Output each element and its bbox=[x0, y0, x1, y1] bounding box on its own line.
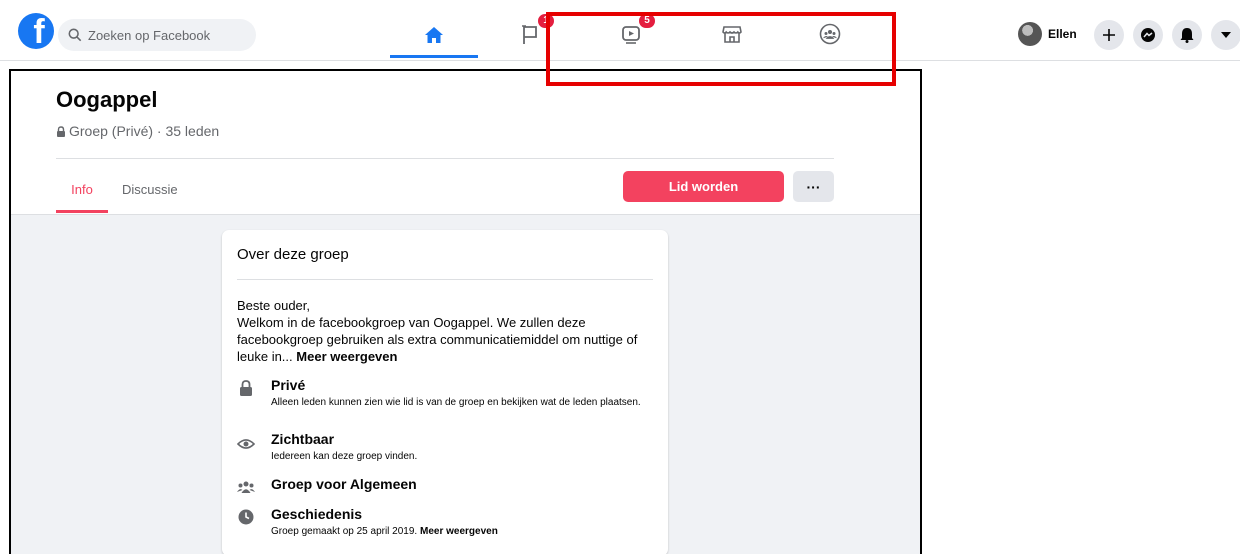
description-line-last: leuke in... Meer weergeven bbox=[237, 348, 662, 365]
divider bbox=[237, 279, 653, 280]
see-more-link[interactable]: Meer weergeven bbox=[296, 349, 397, 364]
groups-icon bbox=[237, 481, 255, 493]
divider bbox=[56, 158, 834, 159]
tab-discussie[interactable]: Discussie bbox=[122, 168, 178, 210]
about-group-card: Over deze groep Beste ouder, Welkom in d… bbox=[222, 230, 668, 554]
nav-groups-tab[interactable] bbox=[786, 14, 874, 54]
watch-notification-badge: 5 bbox=[638, 13, 656, 29]
history-description: Groep gemaakt op 25 april 2019. Meer wee… bbox=[271, 525, 661, 538]
eye-icon bbox=[237, 439, 255, 449]
lock-icon bbox=[57, 125, 65, 137]
notifications-button[interactable] bbox=[1172, 20, 1202, 50]
search-placeholder: Zoeken op Facebook bbox=[88, 27, 211, 43]
lock-icon bbox=[240, 380, 252, 396]
description-line: Beste ouder, bbox=[237, 298, 310, 313]
description-line: leuke in... bbox=[237, 349, 293, 364]
nav-pages-tab[interactable]: 1 bbox=[486, 13, 574, 54]
flag-icon bbox=[522, 25, 537, 44]
clock-icon bbox=[238, 509, 254, 525]
group-page-frame: Oogappel Groep (Privé) · 35 leden Info D… bbox=[9, 69, 922, 554]
group-meta: Groep (Privé) · 35 leden bbox=[56, 123, 219, 139]
profile-button[interactable]: Ellen bbox=[1018, 20, 1077, 48]
category-title: Groep voor Algemeen bbox=[271, 476, 417, 492]
group-header: Oogappel Groep (Privé) · 35 leden Info D… bbox=[11, 71, 920, 215]
visibility-description: Iedereen kan deze groep vinden. bbox=[271, 451, 418, 462]
account-menu-button[interactable] bbox=[1211, 20, 1240, 50]
groups-icon bbox=[819, 23, 841, 45]
history-text: Groep gemaakt op 25 april 2019. bbox=[271, 526, 418, 537]
about-title: Over deze groep bbox=[237, 246, 349, 263]
join-group-button[interactable]: Lid worden bbox=[623, 171, 784, 202]
search-input[interactable]: Zoeken op Facebook bbox=[58, 19, 256, 51]
description-line: facebookgroep gebruiken als extra commun… bbox=[237, 332, 638, 347]
privacy-title: Privé bbox=[271, 377, 306, 393]
messenger-button[interactable] bbox=[1133, 20, 1163, 50]
facebook-logo-icon[interactable]: f bbox=[18, 13, 54, 49]
profile-name: Ellen bbox=[1048, 27, 1077, 41]
description-line: Welkom in de facebookgroep van Oogappel.… bbox=[237, 315, 586, 330]
group-meta-text: Groep (Privé) · 35 leden bbox=[69, 123, 220, 139]
bell-icon bbox=[1180, 28, 1194, 43]
messenger-icon bbox=[1141, 28, 1155, 42]
home-icon bbox=[425, 26, 443, 43]
chevron-down-icon bbox=[1221, 32, 1231, 38]
pages-notification-badge: 1 bbox=[537, 13, 555, 29]
marketplace-store-icon bbox=[722, 26, 742, 43]
plus-icon bbox=[1103, 29, 1115, 41]
nav-watch-tab[interactable]: 5 bbox=[588, 13, 676, 54]
visibility-title: Zichtbaar bbox=[271, 431, 335, 447]
create-button[interactable] bbox=[1094, 20, 1124, 50]
history-see-more-link[interactable]: Meer weergeven bbox=[420, 526, 498, 537]
nav-home-tab[interactable] bbox=[390, 14, 478, 58]
history-title: Geschiedenis bbox=[271, 506, 363, 522]
page-title: Oogappel bbox=[56, 87, 158, 112]
more-options-button[interactable]: ··· bbox=[793, 171, 834, 202]
nav-marketplace-tab[interactable] bbox=[688, 14, 776, 54]
tab-info[interactable]: Info bbox=[56, 168, 108, 213]
avatar bbox=[1018, 22, 1042, 46]
search-icon bbox=[68, 28, 82, 42]
about-description: Beste ouder, Welkom in de facebookgroep … bbox=[237, 297, 662, 365]
privacy-description: Alleen leden kunnen zien wie lid is van … bbox=[271, 397, 641, 408]
top-navigation-bar: f Zoeken op Facebook 1 5 Ellen bbox=[0, 0, 1240, 61]
